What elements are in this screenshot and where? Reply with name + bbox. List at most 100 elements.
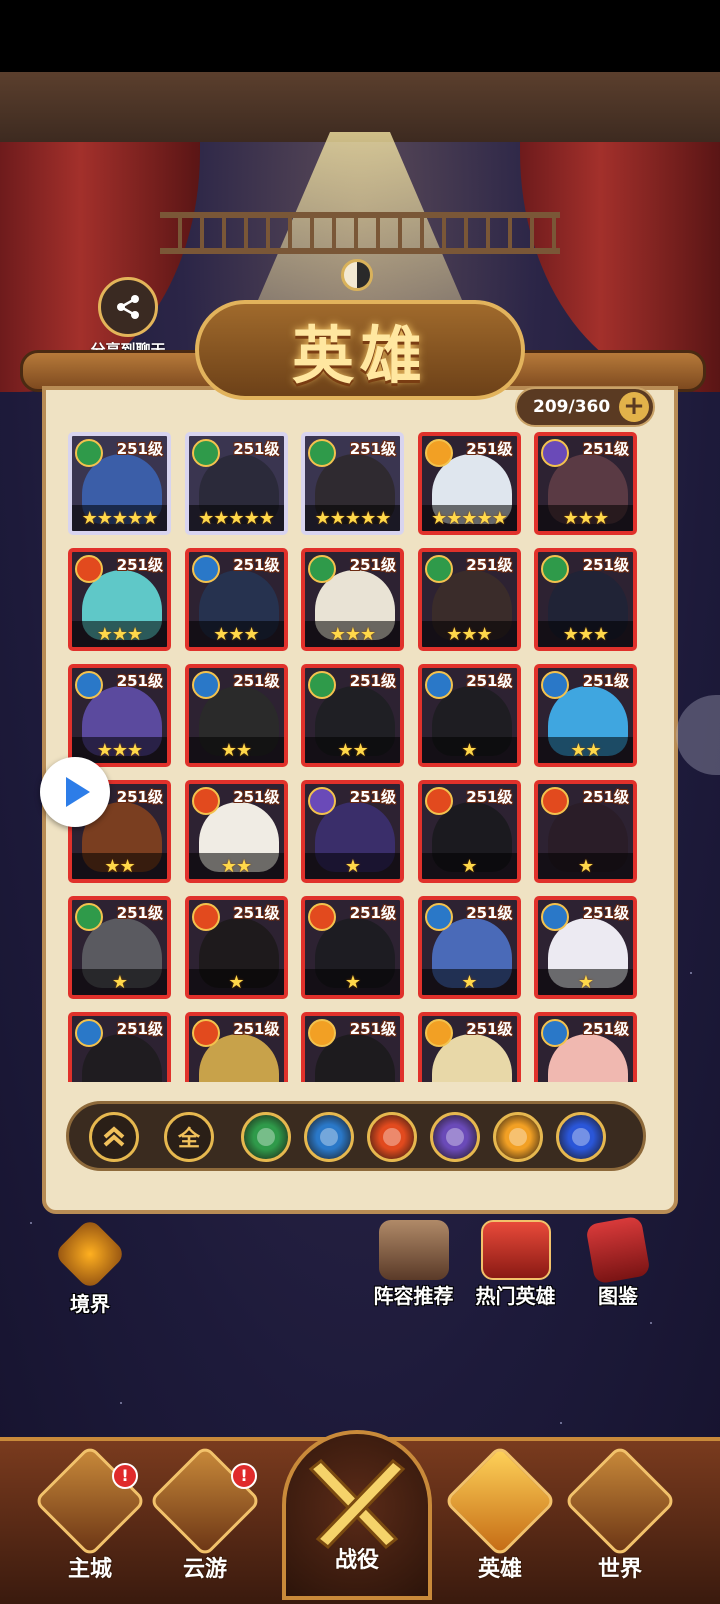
water-element-icon [320, 1128, 338, 1146]
hero-card[interactable]: 251级 [184, 1012, 288, 1082]
hero-card[interactable]: 251级 ★★★ [68, 664, 171, 767]
nav-battle[interactable]: 战役 [282, 1430, 432, 1600]
moon-element-icon [446, 1128, 464, 1146]
lineup-label: 阵容推荐 [373, 1284, 454, 1308]
add-capacity-button[interactable]: + [619, 392, 649, 422]
hero-stars: ★ [577, 856, 594, 877]
fire-element-icon [383, 1128, 401, 1146]
hero-card[interactable]: 251级 ★★★★★ [184, 432, 288, 535]
hero-card[interactable]: 251级 ★★★★★ [68, 432, 171, 535]
nav-label-battle: 战役 [334, 1548, 379, 1573]
hero-level: 251级 [116, 440, 163, 458]
share-to-chat-button[interactable]: 分享到聊天 [78, 277, 178, 360]
title-banner: 英雄 [195, 300, 525, 400]
hero-stars: ★ [461, 740, 477, 761]
play-icon [66, 777, 90, 807]
water-element-icon [75, 1019, 103, 1047]
status-bar [0, 0, 720, 72]
fire-element-icon [191, 1019, 220, 1047]
hero-card[interactable]: 251级 ★★★ [301, 548, 404, 651]
nav-world[interactable]: 世界 [560, 1444, 680, 1601]
hero-card[interactable]: 251级 ★ [301, 896, 404, 999]
water-element-icon [541, 903, 569, 931]
atlas-label: 图鉴 [598, 1284, 638, 1308]
hero-card[interactable]: 251级 ★ [417, 896, 521, 999]
hero-card[interactable]: 251级 ★★★ [184, 548, 288, 651]
nav-label-heroes: 英雄 [477, 1557, 522, 1582]
hero-card[interactable]: 251级 ★ [68, 896, 171, 999]
water-element-icon [424, 903, 453, 931]
hero-card[interactable]: 251级 ★ [417, 664, 521, 767]
hero-level: 251级 [349, 1020, 396, 1038]
hero-stars: ★ [577, 972, 594, 993]
hero-card[interactable]: 251级 ★★★ [68, 548, 171, 651]
hero-card[interactable]: 251级 ★★★ [534, 548, 637, 651]
hero-card[interactable]: 251级 ★★★★★ [417, 432, 521, 535]
hero-card[interactable]: 251级 ★ [534, 780, 637, 883]
realm-icon [53, 1217, 127, 1291]
wood-element-icon [191, 439, 220, 467]
hero-card[interactable]: 251级 ★ [301, 780, 404, 883]
hero-level: 251级 [349, 904, 396, 922]
realm-button[interactable]: 境界 [50, 1217, 130, 1317]
hero-card[interactable]: 251级 ★★ [301, 664, 404, 767]
nav-label-main-city: 主城 [67, 1557, 112, 1582]
lineup-recommend-button[interactable]: 阵容推荐 [366, 1220, 461, 1309]
hero-card[interactable]: 251级 ★★ [184, 664, 288, 767]
hero-stars: ★★ [337, 740, 368, 761]
hero-stars: ★★★★★ [81, 508, 159, 529]
nav-heroes[interactable]: 英雄 [440, 1444, 560, 1601]
hero-stars: ★ [344, 856, 361, 877]
hero-level: 251级 [466, 788, 513, 806]
hero-level: 251级 [116, 1020, 163, 1038]
hero-level: 251级 [233, 1020, 280, 1038]
filter-all-button[interactable]: 全 [164, 1112, 214, 1162]
fire-element-icon [75, 555, 103, 583]
hero-card[interactable]: 251级 ★ [417, 780, 521, 883]
hero-card[interactable]: 251级 ★ [184, 896, 288, 999]
sort-toggle-button[interactable] [89, 1112, 139, 1162]
notification-badge: ! [112, 1463, 138, 1489]
hero-card[interactable]: 251级 ★★★ [417, 548, 521, 651]
hero-card[interactable]: 251级 [301, 1012, 404, 1082]
hero-level: 251级 [349, 556, 396, 574]
wood-element-icon [308, 555, 336, 583]
fire-element-icon [308, 903, 336, 931]
hero-card[interactable]: 251级 ★★★★★ [301, 432, 404, 535]
hero-count-text: 209/360 [533, 397, 611, 417]
hero-grid: 251级 ★★★★★ 251级 ★★★★★ 251级 ★★★★★ 251级 ★★★★★ 251级… [68, 432, 648, 1082]
hot-heroes-button[interactable]: 热门英雄 [468, 1220, 563, 1309]
hero-stars: ★★★ [562, 624, 609, 645]
filter-light-button[interactable] [493, 1112, 543, 1162]
hero-card[interactable]: 251级 [68, 1012, 171, 1082]
hero-card[interactable]: 251级 ★★ [184, 780, 288, 883]
hero-level: 251级 [116, 556, 163, 574]
realm-label: 境界 [70, 1292, 110, 1316]
water-element-icon [541, 671, 569, 699]
hero-level: 251级 [582, 904, 629, 922]
hero-card[interactable]: 251级 ★★★ [534, 432, 637, 535]
hero-card[interactable]: 251级 ★★ [534, 664, 637, 767]
hero-card[interactable]: 251级 ★ [534, 896, 637, 999]
filter-moon-button[interactable] [430, 1112, 480, 1162]
wood-element-icon [308, 439, 336, 467]
hero-level: 251级 [233, 556, 280, 574]
filter-bar: 全 [66, 1101, 646, 1171]
light-element-icon [424, 1019, 453, 1047]
filter-vortex-button[interactable] [556, 1112, 606, 1162]
atlas-button[interactable]: 图鉴 [578, 1215, 658, 1309]
hero-stars: ★ [111, 972, 128, 993]
hero-card[interactable]: 251级 [534, 1012, 637, 1082]
hero-card[interactable]: 251级 [417, 1012, 521, 1082]
city-gate-icon [33, 1444, 147, 1558]
wood-element-icon [75, 439, 103, 467]
play-video-button[interactable] [40, 757, 110, 827]
nav-main-city[interactable]: ! 主城 [30, 1444, 150, 1601]
hero-stars: ★★★ [96, 624, 143, 645]
hero-level: 251级 [582, 440, 629, 458]
filter-water-button[interactable] [304, 1112, 354, 1162]
nav-travel[interactable]: ! 云游 [145, 1444, 265, 1601]
filter-wood-button[interactable] [241, 1112, 291, 1162]
filter-fire-button[interactable] [367, 1112, 417, 1162]
hero-helmet-icon [443, 1444, 557, 1558]
